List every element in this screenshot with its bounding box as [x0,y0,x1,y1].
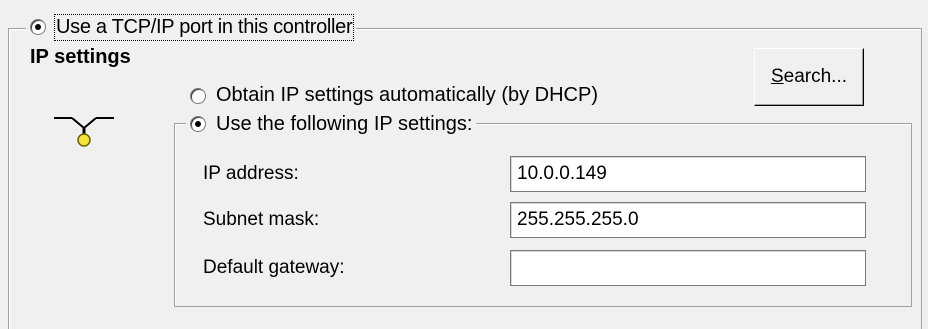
dhcp-radio-option[interactable]: Obtain IP settings automatically (by DHC… [190,84,598,107]
ip-address-label: IP address: [203,163,299,184]
ip-address-input[interactable] [510,156,866,192]
manual-ip-radio-option[interactable]: Use the following IP settings: [186,110,477,138]
tcp-port-radio-option[interactable]: Use a TCP/IP port in this controller [26,12,357,42]
default-gateway-input[interactable] [510,250,866,286]
dhcp-radio[interactable] [190,87,206,104]
tcp-port-radio-label[interactable]: Use a TCP/IP port in this controller [53,13,355,41]
manual-ip-radio-label[interactable]: Use the following IP settings: [216,113,472,136]
network-port-icon [52,110,116,155]
search-button-label: earch... [783,66,848,87]
subnet-mask-label: Subnet mask: [203,209,320,230]
tcp-port-radio[interactable] [30,19,46,35]
dhcp-radio-label[interactable]: Obtain IP settings automatically (by DHC… [216,84,598,107]
subnet-mask-input[interactable] [510,202,866,238]
search-button[interactable]: Search... [754,48,864,106]
ip-settings-title: IP settings [30,46,131,68]
default-gateway-label: Default gateway: [203,257,345,278]
manual-ip-radio[interactable] [190,116,206,132]
search-button-mnemonic: S [770,66,784,87]
